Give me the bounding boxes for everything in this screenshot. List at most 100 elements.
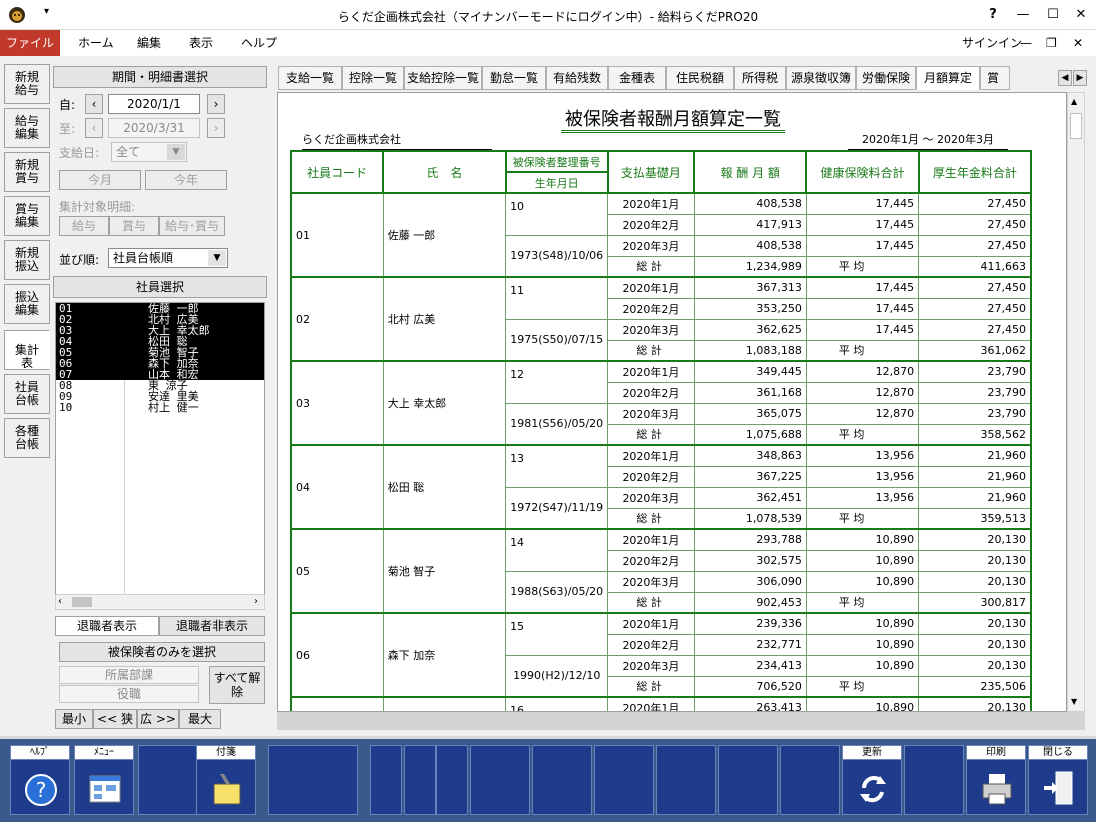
retired-show-button[interactable]: 退職者表示 (55, 616, 159, 636)
this-year-button[interactable]: 今年 (145, 170, 227, 190)
fkey-empty-12[interactable] (656, 745, 716, 815)
minimize-button[interactable]: — (1012, 4, 1034, 26)
from-prev-button[interactable]: ‹ (85, 94, 103, 114)
cell-code: 06 (290, 612, 384, 698)
fkey-empty-13[interactable] (718, 745, 778, 815)
tab-scroll-left-icon[interactable]: ◀ (1058, 70, 1072, 86)
tab-10[interactable]: 労働保険 (856, 66, 916, 90)
close-key-button[interactable]: 閉じる (1028, 745, 1088, 815)
fkey-empty-11[interactable] (594, 745, 654, 815)
menu-key-button[interactable]: ﾒﾆｭｰ (74, 745, 134, 815)
restore-button[interactable]: ❐ (1046, 33, 1057, 53)
zoom-max-button[interactable]: 最大 (179, 709, 221, 729)
retired-hide-button[interactable]: 退職者非表示 (159, 616, 265, 636)
tab-8[interactable]: 所得税 (734, 66, 786, 90)
tab-9[interactable]: 源泉徴収簿 (786, 66, 856, 90)
fkey-empty-9[interactable] (470, 745, 530, 815)
employee-list-item[interactable]: 10 村上 健一 (56, 402, 264, 413)
vtab-7[interactable]: 集計表 (4, 330, 50, 370)
employee-block: 03 大上 幸太郎 12 2020年1月 349,445 12,870 23,790 2020… (290, 360, 1032, 446)
dept-select[interactable]: 所属部課 (59, 666, 199, 684)
clear-all-button[interactable]: すべて解除 (209, 666, 265, 704)
fkey-empty-10[interactable] (532, 745, 592, 815)
fkey-empty-3[interactable] (138, 745, 198, 815)
target-both-button[interactable]: 給与･賞与 (159, 216, 225, 236)
scroll-thumb[interactable] (1070, 113, 1082, 139)
position-select[interactable]: 役職 (59, 685, 199, 703)
scroll-up-icon[interactable]: ▲ (1071, 97, 1077, 106)
to-date-field[interactable]: 2020/3/31 (108, 118, 200, 138)
employee-list-hscroll[interactable]: ‹ › (55, 594, 265, 610)
vtab-2[interactable]: 給与編集 (4, 108, 50, 148)
cell-pay: 349,445 (693, 360, 807, 383)
col-birth: 生年月日 (504, 171, 609, 194)
help-icon[interactable]: ? (982, 4, 1004, 26)
doc-close-button[interactable]: ✕ (1073, 33, 1083, 53)
ribbon-minimize-button[interactable]: — (1020, 33, 1032, 53)
sticky-note-icon (213, 774, 241, 805)
close-key-label: 閉じる (1029, 746, 1087, 760)
target-bonus-button[interactable]: 賞与 (109, 216, 159, 236)
employee-list[interactable]: 01 佐藤 一郎 02 北村 広美 03 大上 幸太郎 04 松田 聡 05 菊池 智子 06 森下 … (55, 302, 265, 597)
help-key-button[interactable]: ﾍﾙﾌﾟ ? (10, 745, 70, 815)
chevron-down-icon: ▼ (208, 250, 226, 266)
tag-key-button[interactable]: 付箋 (196, 745, 256, 815)
fkey-empty-5[interactable] (268, 745, 358, 815)
tab-12[interactable]: 賞与 (980, 66, 1010, 90)
zoom-narrow-button[interactable]: << 狭 (93, 709, 137, 729)
this-month-button[interactable]: 今月 (59, 170, 141, 190)
close-button[interactable]: ✕ (1070, 4, 1092, 26)
vtab-5[interactable]: 新規振込 (4, 240, 50, 280)
vtab-6[interactable]: 振込編集 (4, 284, 50, 324)
fkey-empty-7[interactable] (404, 745, 436, 815)
scroll-right-icon[interactable]: › (254, 596, 258, 607)
refresh-key-button[interactable]: 更新 (842, 745, 902, 815)
to-prev-button[interactable]: ‹ (85, 118, 103, 138)
zoom-wide-button[interactable]: 広 >> (137, 709, 179, 729)
vtab-1[interactable]: 新規給与 (4, 64, 50, 104)
cell-pay: 302,575 (693, 549, 807, 572)
cell-health: 17,445 (805, 297, 920, 320)
menu-file[interactable]: ファイル (0, 30, 60, 56)
target-salary-button[interactable]: 給与 (59, 216, 109, 236)
fkey-empty-16[interactable] (904, 745, 964, 815)
menu-edit[interactable]: 編集 (137, 33, 161, 53)
fkey-empty-6[interactable] (370, 745, 402, 815)
print-key-button[interactable]: 印刷 (966, 745, 1026, 815)
zoom-min-button[interactable]: 最小 (55, 709, 93, 729)
maximize-button[interactable]: ☐ (1042, 4, 1064, 26)
scroll-down-icon[interactable]: ▼ (1071, 697, 1077, 706)
cell-month: 2020年1月 (607, 612, 695, 635)
vtab-3[interactable]: 新規賞与 (4, 152, 50, 192)
cell-avg-label: 平 均 (805, 591, 920, 614)
menu-home[interactable]: ホーム (78, 33, 114, 53)
tab-3[interactable]: 支給控除一覧 (404, 66, 482, 90)
to-next-button[interactable]: › (207, 118, 225, 138)
scroll-left-icon[interactable]: ‹ (58, 596, 62, 607)
scroll-thumb[interactable] (72, 597, 92, 607)
tab-1[interactable]: 支給一覧 (278, 66, 342, 90)
from-next-button[interactable]: › (207, 94, 225, 114)
from-label: 自: (59, 98, 76, 112)
vtab-8[interactable]: 社員台帳 (4, 374, 50, 414)
table-row: 02 北村 広美 11 2020年1月 367,313 17,445 27,450 (290, 276, 1032, 362)
tab-7[interactable]: 住民税額 (666, 66, 734, 90)
menu-help[interactable]: ヘルプ (241, 33, 277, 53)
cell-month: 2020年3月 (607, 486, 695, 509)
tab-11[interactable]: 月額算定 (916, 66, 980, 90)
tab-4[interactable]: 勤怠一覧 (482, 66, 546, 90)
tab-2[interactable]: 控除一覧 (342, 66, 404, 90)
tab-6[interactable]: 金種表 (608, 66, 666, 90)
vtab-4[interactable]: 賞与編集 (4, 196, 50, 236)
signin-link[interactable]: サインイン (962, 33, 1022, 53)
tab-5[interactable]: 有給残数 (546, 66, 608, 90)
insured-only-button[interactable]: 被保険者のみを選択 (59, 642, 265, 662)
fkey-empty-8[interactable] (436, 745, 468, 815)
menu-view[interactable]: 表示 (189, 33, 213, 53)
vtab-9[interactable]: 各種台帳 (4, 418, 50, 458)
cell-code: 05 (290, 528, 384, 614)
fkey-empty-14[interactable] (780, 745, 840, 815)
tab-scroll-right-icon[interactable]: ▶ (1073, 70, 1087, 86)
from-date-field[interactable]: 2020/1/1 (108, 94, 200, 114)
report-vscroll[interactable]: ▲ ▼ (1067, 92, 1085, 712)
